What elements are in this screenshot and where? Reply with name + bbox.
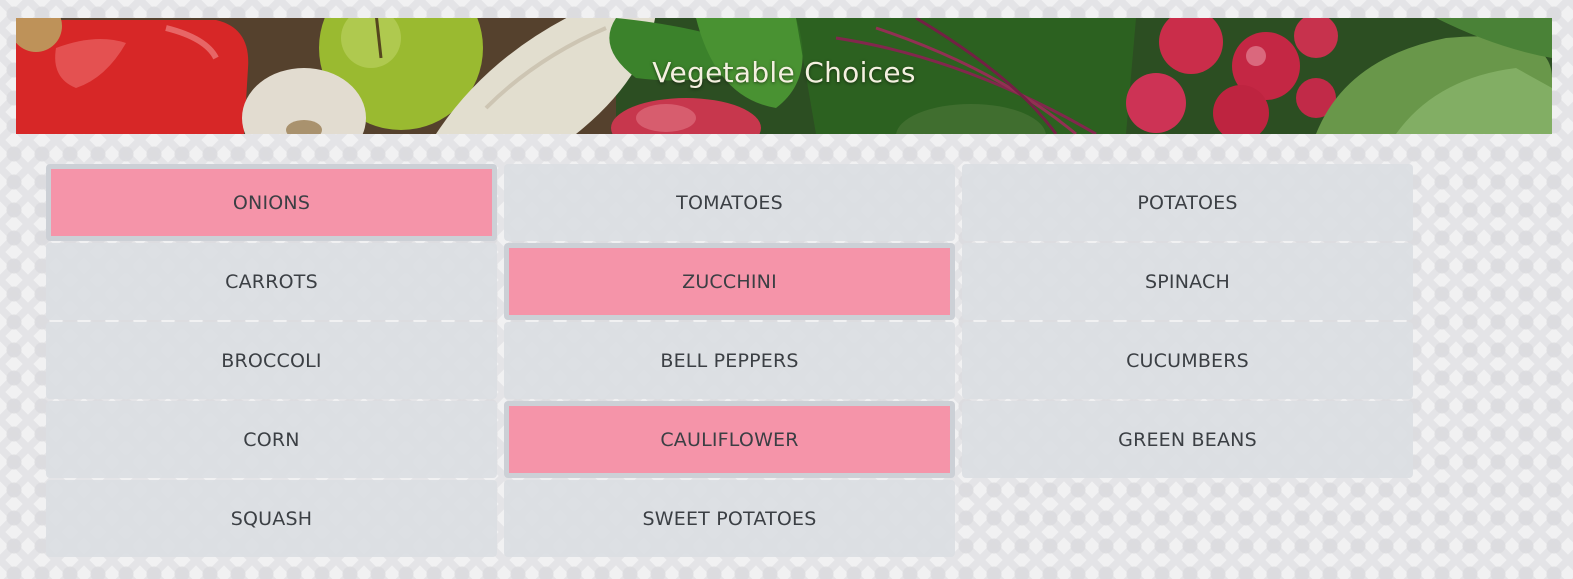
choice-tomatoes[interactable]: TOMATOES [504, 164, 955, 241]
choice-carrots[interactable]: CARROTS [46, 243, 497, 320]
choice-label: ZUCCHINI [682, 270, 777, 293]
choice-label: CORN [243, 428, 300, 451]
choice-label: TOMATOES [676, 191, 783, 214]
page-title: Vegetable Choices [652, 56, 916, 89]
choice-broccoli[interactable]: BROCCOLI [46, 322, 497, 399]
choice-label: GREEN BEANS [1118, 428, 1257, 451]
choice-label: SWEET POTATOES [642, 507, 817, 530]
choice-spinach[interactable]: SPINACH [962, 243, 1413, 320]
choice-onions[interactable]: ONIONS [46, 164, 497, 241]
choice-cauliflower[interactable]: CAULIFLOWER [504, 401, 955, 478]
choice-green-beans[interactable]: GREEN BEANS [962, 401, 1413, 478]
choice-label: POTATOES [1137, 191, 1238, 214]
choice-label: CARROTS [225, 270, 318, 293]
header-banner: Vegetable Choices [16, 18, 1552, 134]
choice-label: CUCUMBERS [1126, 349, 1249, 372]
choice-label: BELL PEPPERS [660, 349, 799, 372]
choice-cucumbers[interactable]: CUCUMBERS [962, 322, 1413, 399]
choice-label: SQUASH [230, 507, 313, 530]
choice-potatoes[interactable]: POTATOES [962, 164, 1413, 241]
choice-squash[interactable]: SQUASH [46, 480, 497, 557]
choice-label: BROCCOLI [221, 349, 322, 372]
choice-zucchini[interactable]: ZUCCHINI [504, 243, 955, 320]
choice-sweet-potatoes[interactable]: SWEET POTATOES [504, 480, 955, 557]
choice-grid: ONIONS TOMATOES POTATOES CARROTS ZUCCHIN… [46, 164, 1415, 557]
choice-label: CAULIFLOWER [660, 428, 799, 451]
choice-bell-peppers[interactable]: BELL PEPPERS [504, 322, 955, 399]
choice-corn[interactable]: CORN [46, 401, 497, 478]
choice-label: ONIONS [232, 191, 311, 214]
choice-label: SPINACH [1145, 270, 1230, 293]
